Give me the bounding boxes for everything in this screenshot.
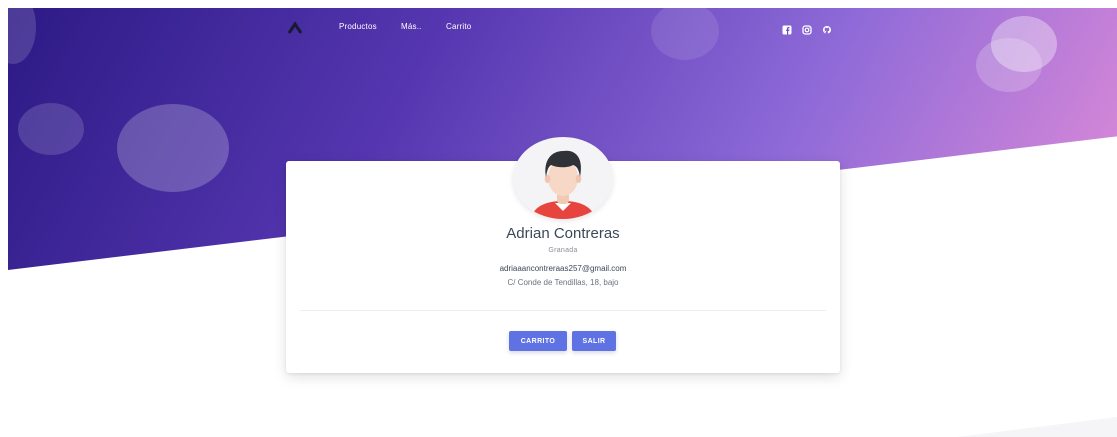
nav-link-mas[interactable]: Más.. (401, 22, 422, 31)
divider (300, 310, 826, 311)
github-icon[interactable] (822, 22, 832, 34)
decorative-circle (117, 104, 229, 192)
brand-logo-icon[interactable] (286, 19, 304, 37)
profile-email: adriaaancontreraas257@gmail.com (499, 264, 627, 273)
decorative-circle (18, 103, 84, 155)
profile-name: Adrian Contreras (506, 225, 620, 242)
avatar (513, 137, 613, 219)
top-navbar: Productos Más.. Carrito (0, 18, 1117, 38)
logout-button[interactable]: SALIR (572, 331, 616, 351)
nav-link-productos[interactable]: Productos (339, 22, 377, 31)
decorative-circle (976, 38, 1042, 92)
profile-address: C/ Conde de Tendillas, 18, bajo (507, 278, 619, 287)
footer-corner-shape (957, 417, 1117, 437)
facebook-icon[interactable] (782, 22, 792, 35)
nav-link-carrito[interactable]: Carrito (446, 22, 471, 31)
user-avatar-icon (531, 150, 595, 219)
instagram-icon[interactable] (802, 22, 812, 35)
cart-button[interactable]: CARRITO (509, 331, 567, 351)
profile-city: Granada (548, 247, 578, 254)
